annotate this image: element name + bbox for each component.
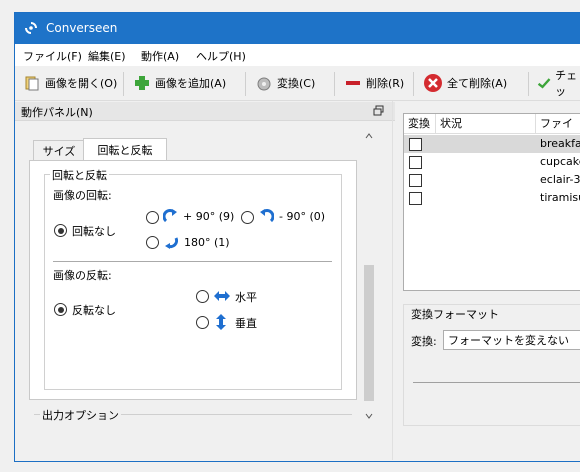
add-images-label: 画像を追加(A) bbox=[155, 77, 227, 90]
flip-vertical-label: 垂直 bbox=[235, 317, 257, 330]
delete-label: 削除(R) bbox=[366, 77, 405, 90]
format-select[interactable]: フォーマットを変えない bbox=[443, 330, 580, 350]
column-header-status[interactable]: 状況 bbox=[436, 114, 536, 134]
no-flip-radio[interactable] bbox=[54, 303, 67, 316]
toolbar-separator bbox=[245, 72, 246, 96]
panel-scrollbar[interactable] bbox=[362, 121, 376, 421]
check-label: チェッ bbox=[555, 69, 578, 98]
tab-size-label: サイズ bbox=[42, 145, 76, 158]
rotate-counterclockwise-icon bbox=[260, 209, 274, 223]
toolbar-separator bbox=[413, 72, 414, 96]
table-row[interactable]: cupcake bbox=[404, 153, 580, 171]
flip-horizontal-radio[interactable] bbox=[196, 290, 209, 303]
panel-splitter[interactable] bbox=[392, 101, 393, 460]
app-logo-icon bbox=[25, 22, 37, 34]
add-images-button[interactable]: 画像を追加(A) bbox=[133, 72, 226, 94]
table-row[interactable]: tiramisu bbox=[404, 189, 580, 207]
gear-icon bbox=[257, 77, 271, 91]
file-name: eclair-3: bbox=[540, 173, 580, 186]
convert-label: 変換(C) bbox=[277, 77, 316, 90]
toolbar-separator bbox=[334, 72, 335, 96]
open-folder-icon bbox=[25, 76, 39, 91]
rotate-plus90-label: + 90° (9) bbox=[183, 210, 235, 223]
toolbar-separator bbox=[528, 72, 529, 96]
column-header-convert[interactable]: 変換 bbox=[404, 114, 436, 134]
table-row[interactable]: breakfas bbox=[404, 135, 580, 153]
tab-size[interactable]: サイズ bbox=[33, 140, 85, 161]
rotate-180-icon bbox=[165, 237, 179, 249]
rotate-clockwise-icon bbox=[163, 209, 177, 223]
conversion-divider bbox=[413, 382, 580, 383]
rotate-flip-group-title: 回転と反転 bbox=[50, 167, 109, 183]
convert-checkbox[interactable] bbox=[409, 138, 422, 151]
file-list: 変換 状況 ファイル名 breakfas cupcake eclair-3: t… bbox=[403, 113, 580, 291]
delete-all-icon bbox=[424, 74, 442, 92]
rotate-minus90-label: - 90° (0) bbox=[279, 210, 326, 223]
action-panel-header: 動作パネル(N) bbox=[15, 102, 395, 121]
delete-all-label: 全て削除(A) bbox=[447, 77, 508, 90]
window-title: Converseen bbox=[46, 21, 118, 35]
flip-horizontal-label: 水平 bbox=[235, 291, 257, 304]
output-options-title[interactable]: 出力オプション bbox=[40, 407, 121, 423]
scroll-down-icon[interactable] bbox=[365, 413, 373, 419]
menu-file[interactable]: ファイル(F) bbox=[23, 48, 82, 64]
flip-vertical-radio[interactable] bbox=[196, 316, 209, 329]
delete-button[interactable]: 削除(R) bbox=[344, 72, 404, 94]
convert-checkbox[interactable] bbox=[409, 192, 422, 205]
table-row[interactable]: eclair-3: bbox=[404, 171, 580, 189]
menu-edit[interactable]: 編集(E) bbox=[88, 48, 126, 64]
convert-button[interactable]: 変換(C) bbox=[255, 72, 315, 94]
minus-icon bbox=[346, 81, 360, 85]
check-button[interactable]: チェッ bbox=[537, 69, 580, 98]
float-panel-icon[interactable] bbox=[373, 105, 384, 116]
menu-bar: ファイル(F) 編集(E) 動作(A) ヘルプ(H) bbox=[15, 44, 580, 66]
column-header-filename[interactable]: ファイル名 bbox=[536, 114, 580, 150]
title-bar: Converseen bbox=[15, 13, 580, 44]
conversion-format-title: 変換フォーマット bbox=[409, 306, 501, 322]
scroll-up-icon[interactable] bbox=[365, 133, 373, 139]
no-rotation-label: 回転なし bbox=[72, 225, 116, 238]
conversion-format-group bbox=[403, 304, 580, 426]
flip-vertical-icon bbox=[216, 314, 226, 330]
file-name: tiramisu bbox=[540, 191, 580, 204]
menu-help[interactable]: ヘルプ(H) bbox=[196, 48, 246, 64]
file-name: cupcake bbox=[540, 155, 580, 168]
tab-rotate-flip[interactable]: 回転と反転 bbox=[83, 138, 167, 161]
conversion-label: 変換: bbox=[411, 335, 437, 348]
convert-checkbox[interactable] bbox=[409, 156, 422, 169]
action-panel-title: 動作パネル(N) bbox=[21, 106, 93, 119]
scrollbar-thumb[interactable] bbox=[364, 265, 374, 401]
no-flip-label: 反転なし bbox=[72, 304, 116, 317]
delete-all-button[interactable]: 全て削除(A) bbox=[423, 72, 507, 94]
toolbar-separator bbox=[123, 72, 124, 96]
no-rotation-radio[interactable] bbox=[54, 224, 67, 237]
open-images-label: 画像を開く(O) bbox=[45, 77, 118, 90]
file-name: breakfas bbox=[540, 137, 580, 150]
convert-checkbox[interactable] bbox=[409, 174, 422, 187]
checkmark-icon bbox=[537, 78, 551, 89]
rotate-180-radio[interactable] bbox=[146, 236, 159, 249]
rotate-180-label: 180° (1) bbox=[184, 236, 230, 249]
rotation-title: 画像の回転: bbox=[53, 189, 112, 202]
rotate-plus90-radio[interactable] bbox=[146, 211, 159, 224]
plus-icon bbox=[135, 76, 149, 90]
flip-title: 画像の反転: bbox=[53, 269, 112, 282]
menu-action[interactable]: 動作(A) bbox=[141, 48, 179, 64]
toolbar: 画像を開く(O) 画像を追加(A) 変換(C) 削除(R) 全て削除(A) チェ… bbox=[15, 66, 580, 101]
section-divider bbox=[53, 261, 332, 262]
open-images-button[interactable]: 画像を開く(O) bbox=[23, 72, 117, 94]
flip-horizontal-icon bbox=[214, 291, 230, 301]
tab-rotate-flip-label: 回転と反転 bbox=[97, 144, 153, 157]
rotate-minus90-radio[interactable] bbox=[241, 211, 254, 224]
